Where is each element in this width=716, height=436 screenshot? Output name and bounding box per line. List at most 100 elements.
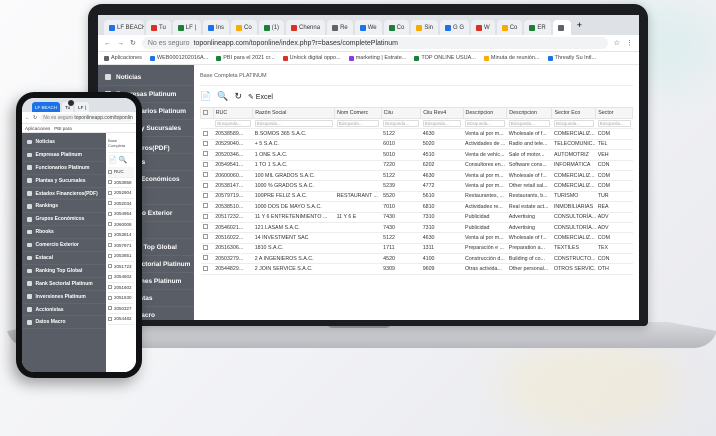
browser-tab[interactable]: LF | [172,20,202,35]
phone-row-checkbox[interactable] [108,211,112,216]
phone-sidebar-item[interactable]: Accionistas [22,304,106,317]
phone-row-checkbox[interactable] [108,306,112,311]
browser-tab[interactable]: Ins [203,20,230,35]
browser-tab[interactable]: (1) [258,20,285,35]
row-checkbox[interactable] [202,172,208,178]
excel-button[interactable]: ✎ Excel [248,93,273,101]
phone-table-row[interactable]: 2051630 [108,293,134,304]
phone-document-icon[interactable]: 📄 [108,157,117,164]
row-checkbox[interactable] [202,255,208,261]
browser-tab[interactable]: Tu [146,20,171,35]
phone-row-checkbox[interactable] [108,201,112,206]
phone-table-row[interactable]: 2054482 [108,314,134,325]
phone-row-checkbox[interactable] [108,264,112,269]
row-checkbox[interactable] [202,151,208,157]
phone-row-checkbox[interactable] [108,295,112,300]
row-checkbox[interactable] [202,182,208,188]
browser-tab[interactable]: Co [383,20,410,35]
phone-sidebar-item[interactable]: Estados Financieros(PDF) [22,188,106,201]
browser-tab[interactable]: Co [231,20,257,35]
browser-tab[interactable]: W [471,20,495,35]
bookmark-item[interactable]: marketing | Estrate... [348,55,406,61]
table-row[interactable]: 20529040... + 5 S.A.C. 6010 5020 Actividades… [200,139,633,151]
table-row[interactable]: 20516306... 1810 S.A.C. 1711 1311 Preparació… [200,243,633,255]
phone-row-checkbox[interactable] [108,190,112,195]
phone-row-checkbox[interactable] [108,180,112,185]
back-icon[interactable]: ← [104,40,111,47]
phone-table-row[interactable]: 2060006 [108,220,134,230]
column-header[interactable]: RUC [212,107,254,119]
column-header[interactable]: Sector Eco [551,107,597,119]
menu-icon[interactable]: ⋮ [626,39,633,47]
row-checkbox[interactable] [202,224,208,230]
filter-input[interactable]: Búsqueda... [597,120,631,128]
row-checkbox[interactable] [202,140,208,146]
phone-row-checkbox[interactable] [108,243,112,248]
phone-url-field[interactable]: No es seguro toponlineapp.com/toponlin [40,113,133,122]
table-row[interactable]: 20503279... 2 A INGENIEROS S.A.C. 4520 4100… [200,253,633,265]
row-checkbox[interactable] [202,213,208,219]
column-header[interactable]: Razón Social [252,107,336,119]
phone-sidebar-item[interactable]: Comercio Exterior [22,239,106,253]
column-header[interactable]: Ciiu [380,107,422,119]
browser-tab[interactable]: ER [524,20,551,35]
row-checkbox[interactable] [202,244,208,250]
row-checkbox[interactable] [202,265,208,271]
row-checkbox[interactable] [202,192,208,198]
bookmark-item[interactable]: WEB0001202016A... [149,55,208,61]
filter-input[interactable]: Búsqueda... [422,120,462,128]
table-row[interactable]: 20538510... 1000 DOS DE MAYO S.A.C. 7010 68… [200,201,633,213]
phone-table-row[interactable]: 2053814 [108,230,134,241]
phone-table-row[interactable]: 2054602 [108,272,134,283]
phone-back-icon[interactable]: ← [25,115,30,121]
phone-row-checkbox[interactable] [108,316,112,321]
browser-tab[interactable]: LF BEACH [104,20,144,35]
table-row[interactable]: 20546021... 121 LASAM S.A.C. 7430 7310 Publi… [200,222,633,234]
phone-table-row[interactable]: 2052904 [108,188,134,199]
phone-row-checkbox[interactable] [108,253,112,258]
column-header[interactable]: Ciiu Rev4 [420,107,464,119]
phone-sidebar-item[interactable]: Rbooks [22,226,106,240]
phone-table-row[interactable]: 2051723 [108,262,134,272]
new-tab-icon[interactable]: + [573,20,586,30]
browser-tab[interactable]: G G [440,20,470,35]
bookmark-item[interactable]: Unlock digital oppo... [282,55,341,61]
star-icon[interactable]: ☆ [614,39,620,47]
row-checkbox[interactable] [202,203,208,209]
table-row[interactable]: 20579719... 100PRE FELIZ S.A.C. RESTAURANT… [200,191,633,203]
browser-tab[interactable]: Re [327,20,353,35]
phone-browser-tab[interactable]: LF | [75,102,89,112]
phone-search-icon[interactable]: 🔍 [119,157,128,164]
phone-table-row[interactable]: 2052034 [108,199,134,209]
browser-tab[interactable]: Co [496,20,523,35]
phone-sidebar-item[interactable]: Ranking Top Global [22,265,106,278]
phone-sidebar-item[interactable]: Empresas Platinum [22,149,106,162]
phone-row-checkbox[interactable] [108,222,112,227]
column-header[interactable]: Nom Comerc [334,107,382,119]
filter-input[interactable]: Búsqueda... [215,120,251,128]
phone-table-row[interactable]: 2050327 [108,304,134,314]
phone-sidebar-item[interactable]: Noticias [22,136,106,149]
bookmark-item[interactable]: Minuta de reunión... [483,55,540,61]
bookmark-item[interactable]: PBI para el 2021 cr... [216,55,275,61]
forward-icon[interactable]: → [117,40,124,47]
row-checkbox[interactable] [202,130,208,136]
table-row[interactable]: 20549541... 1 TO 1 S.A.C. 7220 6202 Consulto… [200,160,633,171]
filter-input[interactable]: Búsqueda... [336,120,380,128]
select-all-checkbox[interactable] [203,109,208,115]
reload-icon[interactable]: ↻ [130,39,136,47]
column-header[interactable]: Descripcion [506,107,553,119]
phone-table-row[interactable]: 2051602 [108,283,134,293]
phone-sidebar-item[interactable]: Funcionarios Platinum [22,162,106,175]
search-icon[interactable]: 🔍 [217,91,228,102]
url-field[interactable]: No es seguro toponlineapp.com/toponline/… [141,37,608,49]
filter-input[interactable]: Búsqueda... [383,120,419,128]
phone-sidebar-item[interactable]: Plantas y Sucursales [22,175,106,188]
filter-input[interactable]: Búsqueda... [254,120,333,128]
filter-input[interactable]: Búsqueda... [508,120,550,128]
phone-table-row[interactable]: 2057971 [108,241,134,251]
browser-tab[interactable] [552,20,571,35]
table-row[interactable]: 20520346... 1 ONE S.A.C. 5010 4510 Venta de … [200,149,633,161]
table-row[interactable]: 20517232... 11 Y 6 ENTRETENIMIENTO ... 11 … [200,212,633,223]
table-row[interactable]: 20516022... 14 INVESTMENT SAC 5122 4630 Vent… [200,232,633,244]
